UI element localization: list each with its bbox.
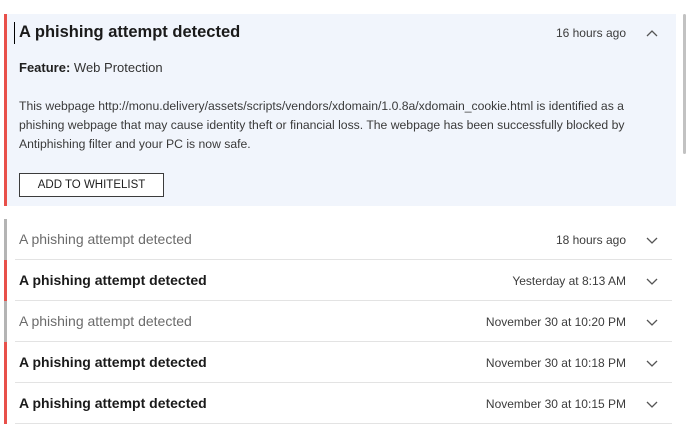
notification-item[interactable]: A phishing attempt detected Yesterday at… bbox=[4, 260, 676, 301]
notification-list: A phishing attempt detected 16 hours ago… bbox=[0, 0, 676, 424]
notification-title: A phishing attempt detected bbox=[19, 395, 207, 411]
notification-item-expanded[interactable]: A phishing attempt detected 16 hours ago… bbox=[4, 14, 676, 206]
chevron-down-icon[interactable] bbox=[644, 314, 660, 330]
notification-description: This webpage http://monu.delivery/assets… bbox=[19, 99, 625, 151]
chevron-down-icon[interactable] bbox=[644, 355, 660, 371]
chevron-down-icon[interactable] bbox=[644, 273, 660, 289]
notification-feature: Feature: Web Protection bbox=[19, 60, 163, 75]
notification-time: 16 hours ago bbox=[555, 26, 626, 40]
notification-time: November 30 at 10:18 PM bbox=[485, 356, 626, 370]
chevron-down-icon[interactable] bbox=[644, 232, 660, 248]
notification-item[interactable]: A phishing attempt detected 18 hours ago bbox=[4, 219, 676, 260]
chevron-up-icon[interactable] bbox=[644, 25, 660, 41]
list-gap bbox=[0, 206, 676, 219]
notification-title: A phishing attempt detected bbox=[19, 354, 207, 370]
notification-title: A phishing attempt detected bbox=[19, 313, 192, 329]
scrollbar-thumb[interactable] bbox=[683, 14, 686, 154]
feature-value: Web Protection bbox=[73, 60, 163, 75]
notification-time: November 30 at 10:15 PM bbox=[485, 397, 626, 411]
notification-title: A phishing attempt detected bbox=[19, 272, 207, 288]
notification-title: A phishing attempt detected bbox=[19, 23, 241, 41]
scrollbar[interactable] bbox=[680, 0, 690, 418]
add-to-whitelist-button[interactable]: ADD TO WHITELIST bbox=[19, 173, 164, 197]
notification-time: November 30 at 10:20 PM bbox=[485, 315, 626, 329]
text-cursor bbox=[14, 22, 15, 44]
chevron-down-icon[interactable] bbox=[644, 396, 660, 412]
feature-label: Feature: bbox=[19, 60, 71, 75]
notification-title: A phishing attempt detected bbox=[19, 231, 192, 247]
notification-item[interactable]: A phishing attempt detected November 30 … bbox=[4, 301, 676, 342]
notification-item[interactable]: A phishing attempt detected November 30 … bbox=[4, 342, 676, 383]
notification-time: 18 hours ago bbox=[555, 233, 626, 247]
notification-time: Yesterday at 8:13 AM bbox=[512, 274, 626, 288]
